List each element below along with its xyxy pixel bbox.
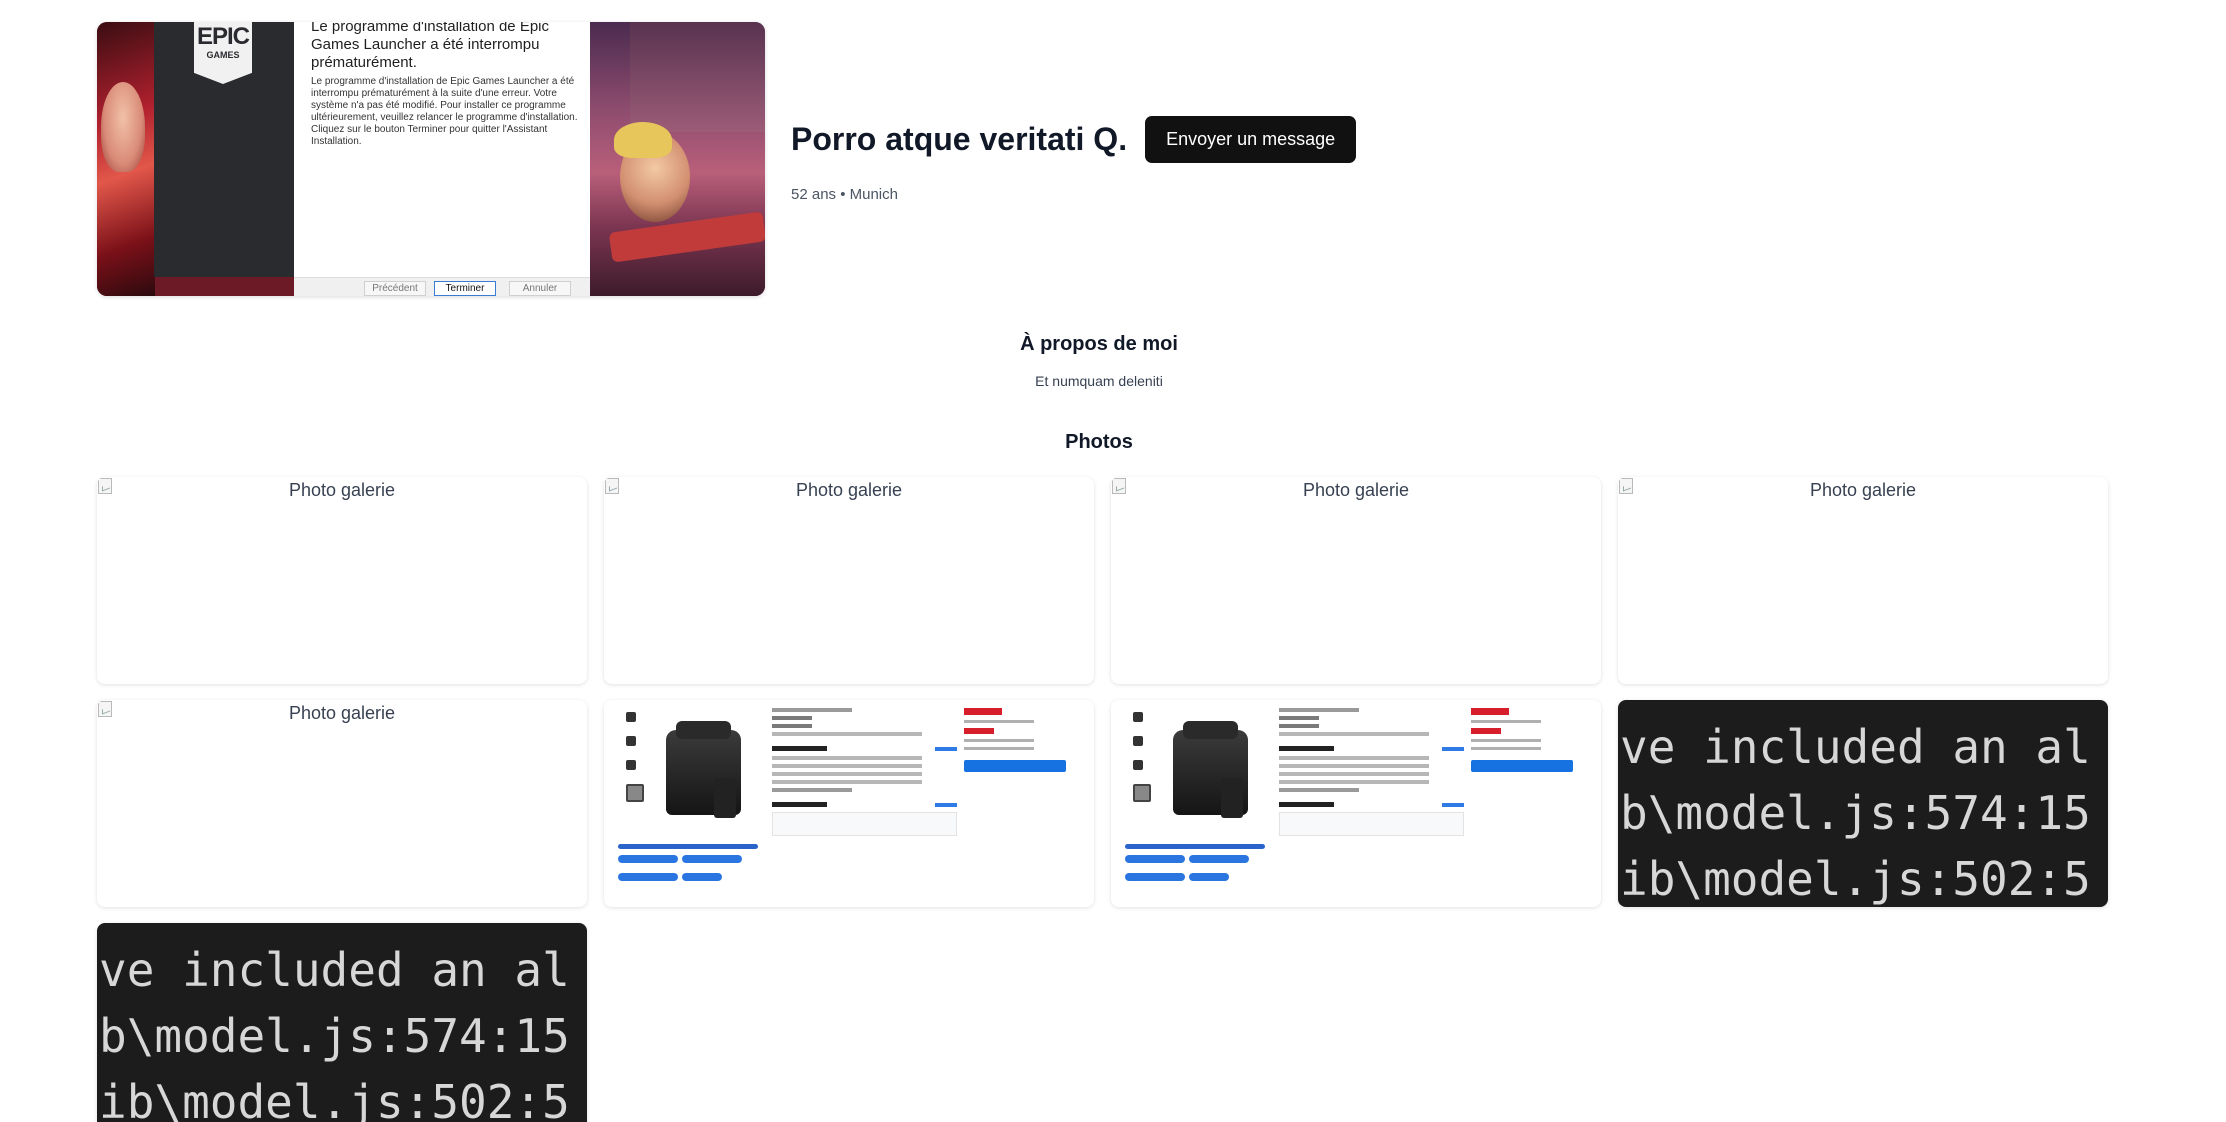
installer-cancel-button: Annuler [509, 281, 571, 296]
code-line: b\model.js:574:15 [1620, 786, 2091, 840]
installer-dialog-body: Le programme d'installation de Epic Game… [311, 76, 578, 147]
gallery-photo[interactable] [604, 700, 1094, 907]
profile-name: Porro atque veritati Q. [791, 120, 1128, 157]
about-text: Et numquam deleniti [1035, 373, 1163, 389]
photo-alt-text: Photo galerie [288, 703, 396, 723]
installer-prev-button: Précédent [364, 281, 426, 296]
broken-image-icon [98, 701, 112, 717]
gallery-photo[interactable]: ve included an al b\model.js:574:15 ib\mod… [1618, 700, 2108, 907]
broken-image: Photo galerie [97, 700, 587, 907]
broken-image-icon [1619, 478, 1633, 494]
photos-title: Photos [1065, 431, 1133, 453]
code-error-screenshot: ve included an al b\model.js:574:15 ib\mod… [1618, 700, 2108, 907]
broken-image: Photo galerie [1618, 477, 2108, 684]
cover-art-left [97, 22, 155, 296]
about-title: À propos de moi [1020, 333, 1178, 355]
broken-image-icon [98, 478, 112, 494]
photo-alt-text: Photo galerie [288, 480, 396, 500]
send-message-button[interactable]: Envoyer un message [1145, 115, 1357, 163]
epic-games-logo: EPIC GAMES [194, 22, 252, 84]
photo-alt-text: Photo galerie [795, 480, 903, 500]
broken-image: Photo galerie [1111, 477, 1601, 684]
code-line: ve included an al [1620, 720, 2091, 774]
photo-alt-text: Photo galerie [1809, 480, 1917, 500]
name-row: Porro atque veritati Q. Envoyer un messa… [791, 115, 1357, 163]
gallery-photo[interactable]: Photo galerie [1618, 477, 2108, 684]
broken-image-icon [605, 478, 619, 494]
air-fryer-image [1173, 721, 1248, 818]
profile-header: EPIC GAMES Le programme d'installation d… [97, 22, 1357, 296]
code-line: b\model.js:574:15 [99, 1009, 570, 1063]
cover-art-right [590, 22, 765, 296]
air-fryer-image [666, 721, 741, 818]
code-line: ve included an al [99, 943, 570, 997]
profile-info: Porro atque veritati Q. Envoyer un messa… [791, 115, 1357, 203]
gallery-photo[interactable]: Photo galerie [97, 700, 587, 907]
product-page-screenshot [1111, 700, 1601, 907]
gallery-photo[interactable]: Photo galerie [97, 477, 587, 684]
profile-meta: 52 ans • Munich [791, 185, 898, 203]
photo-gallery: Photo galerie Photo galerie Photo galeri… [97, 477, 2108, 1122]
installer-button-bar: Précédent Terminer Annuler [294, 277, 590, 296]
installer-dialog: Le programme d'installation de Epic Game… [294, 22, 590, 296]
installer-finish-button: Terminer [434, 281, 496, 296]
code-line: ib\model.js:502:5 [99, 1075, 570, 1122]
gallery-photo[interactable]: Photo galerie [604, 477, 1094, 684]
installer-side-panel: EPIC GAMES [154, 22, 294, 277]
broken-image: Photo galerie [604, 477, 1094, 684]
gallery-photo[interactable]: ve included an al b\model.js:574:15 ib\mod… [97, 923, 587, 1122]
code-line: ib\model.js:502:5 [1620, 852, 2091, 906]
code-error-screenshot: ve included an al b\model.js:574:15 ib\mod… [97, 923, 587, 1122]
installer-dialog-title: Le programme d'installation de Epic Game… [311, 22, 549, 71]
photo-alt-text: Photo galerie [1302, 480, 1410, 500]
gallery-photo[interactable]: Photo galerie [1111, 477, 1601, 684]
broken-image-icon [1112, 478, 1126, 494]
product-page-screenshot [604, 700, 1094, 907]
gallery-photo[interactable] [1111, 700, 1601, 907]
broken-image: Photo galerie [97, 477, 587, 684]
cover-photo[interactable]: EPIC GAMES Le programme d'installation d… [97, 22, 765, 296]
